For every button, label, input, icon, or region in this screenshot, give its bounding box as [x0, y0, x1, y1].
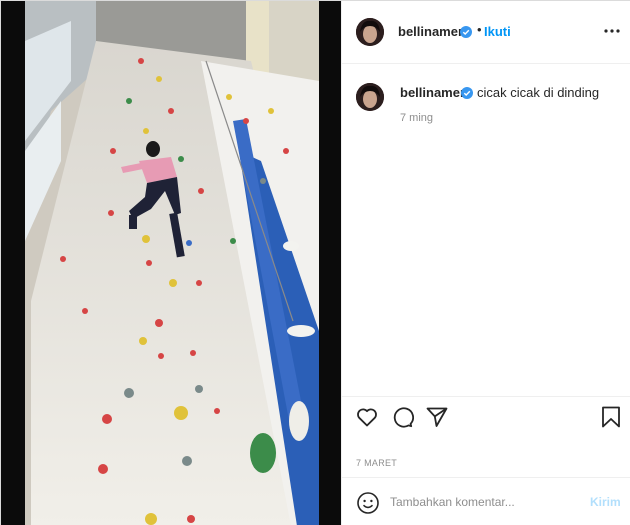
- bookmark-icon[interactable]: [599, 405, 623, 429]
- comment-input[interactable]: [390, 490, 580, 514]
- avatar[interactable]: [356, 18, 384, 46]
- comment-bar: Kirim: [342, 477, 630, 525]
- caption-username[interactable]: bellinamer: [400, 85, 465, 100]
- separator-dot: •: [477, 22, 482, 37]
- avatar-image: [356, 83, 384, 111]
- post-video[interactable]: [1, 1, 341, 525]
- post-header: bellinamer • Ikuti: [342, 1, 630, 64]
- instagram-post: bellinamer • Ikuti bellinamer cicak cica…: [0, 0, 630, 525]
- post-side-panel: bellinamer • Ikuti bellinamer cicak cica…: [341, 1, 630, 525]
- verified-badge-icon: [460, 25, 472, 38]
- comment-icon[interactable]: [390, 405, 414, 429]
- post-actions: [342, 396, 630, 436]
- caption-avatar[interactable]: [356, 83, 384, 111]
- more-options-icon[interactable]: [602, 23, 622, 39]
- follow-button[interactable]: Ikuti: [484, 24, 511, 39]
- verified-badge-icon: [461, 86, 473, 99]
- send-button[interactable]: Kirim: [590, 495, 621, 509]
- post-caption: bellinamer cicak cicak di dinding 7 ming: [342, 64, 630, 394]
- climbing-wall-image: [1, 1, 341, 525]
- caption-timestamp[interactable]: 7 ming: [400, 112, 433, 124]
- avatar-image: [356, 18, 384, 46]
- header-username[interactable]: bellinamer: [398, 24, 463, 39]
- emoji-icon[interactable]: [356, 491, 380, 515]
- caption-text: cicak cicak di dinding: [477, 85, 600, 100]
- post-date[interactable]: 7 MARET: [356, 458, 397, 468]
- share-icon[interactable]: [425, 405, 449, 429]
- heart-icon[interactable]: [355, 405, 379, 429]
